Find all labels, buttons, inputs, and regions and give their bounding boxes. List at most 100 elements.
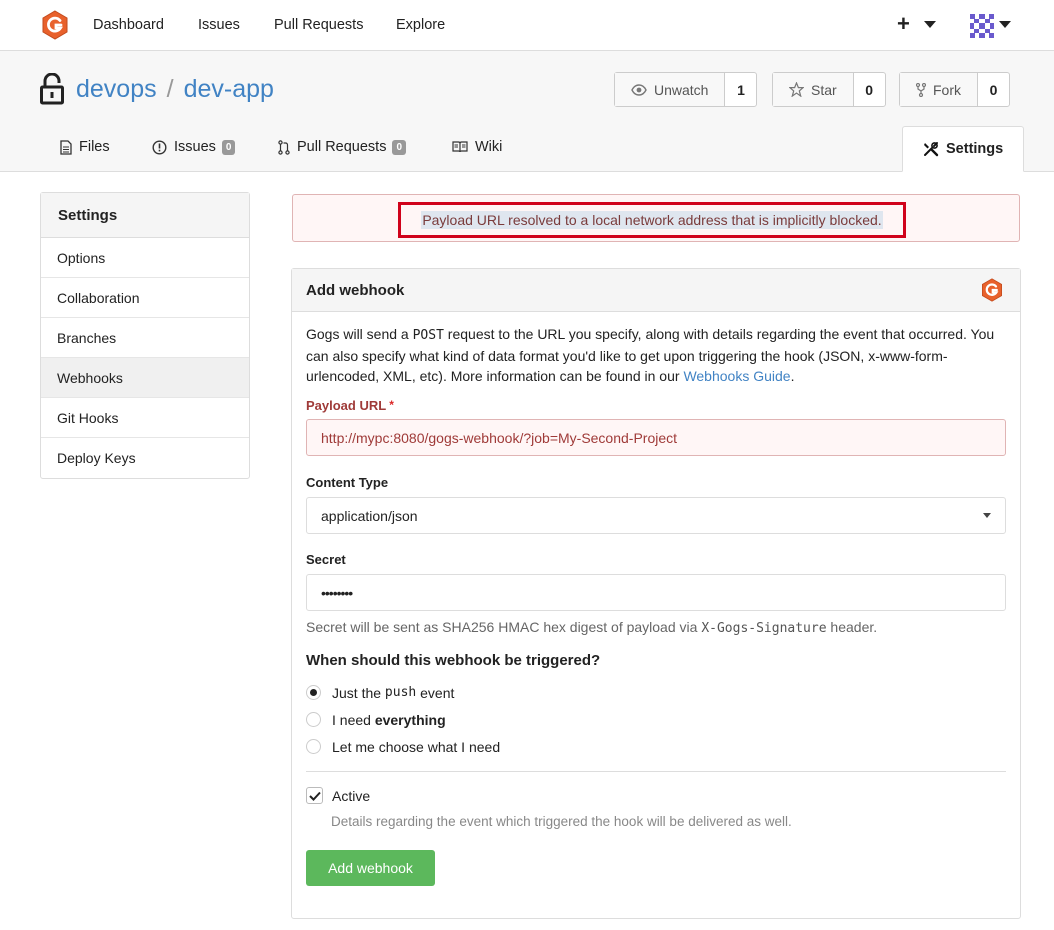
radio-everything[interactable] [306,712,321,727]
desc-text-1: Gogs will send a [306,326,413,342]
repo-separator: / [166,74,174,103]
content-type-label: Content Type [306,475,389,490]
lock-icon [40,73,64,105]
star-button-group: Star 0 [772,72,886,107]
trigger-all-text: I need [332,711,371,728]
panel-title: Add webhook [306,282,405,299]
trigger-title: When should this webhook be triggered? [306,652,601,669]
required-asterisk: * [389,398,394,412]
sidebar-title: Settings [41,193,249,238]
watchers-count[interactable]: 1 [725,73,756,106]
radio-push[interactable] [306,685,321,700]
active-label: Active [332,787,371,804]
eye-icon [631,83,647,96]
active-help-text: Details regarding the event which trigge… [331,814,792,829]
book-icon [452,141,468,153]
tab-pull-requests-label: Pull Requests [297,139,387,155]
secret-help-2: header. [826,619,878,635]
gogs-logo-icon[interactable] [40,10,70,40]
chevron-down-icon [983,513,991,518]
webhooks-guide-link[interactable]: Webhooks Guide [683,368,790,384]
divider [306,771,1006,772]
repo-name-link[interactable]: dev-app [184,75,274,104]
nav-dashboard[interactable]: Dashboard [93,17,164,33]
file-icon [60,139,72,155]
sidebar-item-git-hooks[interactable]: Git Hooks [41,398,249,438]
trigger-all-bold: everything [374,711,446,728]
trigger-choose-text: Let me choose what I need [332,738,501,755]
tab-wiki-label: Wiki [475,139,503,155]
webhook-description: Gogs will send a POST request to the URL… [306,324,1006,386]
tab-issues[interactable]: Issues 0 [152,139,236,155]
desc-post-code: POST [412,328,444,343]
gogs-webhook-icon [982,278,1002,302]
payload-url-label: Payload URL * [306,398,1006,413]
secret-input[interactable]: •••••••• [306,574,1006,611]
tab-issues-label: Issues [174,139,216,155]
panel-body: Gogs will send a POST request to the URL… [292,312,1020,886]
repo-tabs: Files Issues 0 Pull Requests 0 Wiki Sett… [0,126,1054,172]
repo-header: devops / dev-app Unwatch 1 Star 0 Fork 0… [0,51,1054,172]
trigger-everything-option[interactable]: I need everything [306,706,1006,733]
tab-settings[interactable]: Settings [902,126,1025,172]
trigger-push-text-1: Just the [332,684,382,701]
add-webhook-panel: Add webhook Gogs will send a POST reques… [291,268,1021,919]
top-navbar: Dashboard Issues Pull Requests Explore + [0,0,1054,51]
repo-owner-link[interactable]: devops [76,75,157,104]
nav-explore[interactable]: Explore [396,17,445,33]
star-button[interactable]: Star [773,73,854,106]
tools-icon [924,142,939,157]
watch-button-group: Unwatch 1 [614,72,758,107]
pull-request-icon [278,139,290,155]
fork-button[interactable]: Fork [900,73,978,106]
checkmark-icon [308,791,321,801]
active-checkbox[interactable] [306,787,323,804]
tab-settings-label: Settings [946,141,1004,157]
sidebar-item-collaboration[interactable]: Collaboration [41,278,249,318]
error-message-box: Payload URL resolved to a local network … [292,194,1020,242]
trigger-push-code: push [384,685,417,700]
stars-count[interactable]: 0 [854,73,885,106]
fork-button-group: Fork 0 [899,72,1010,107]
star-icon [789,82,804,97]
nav-pull-requests[interactable]: Pull Requests [274,17,363,33]
error-highlight-box: Payload URL resolved to a local network … [398,202,906,238]
sidebar-item-options[interactable]: Options [41,238,249,278]
tab-files[interactable]: Files [60,139,110,155]
fork-icon [916,82,926,97]
settings-sidebar: Settings Options Collaboration Branches … [40,192,250,479]
content-type-value: application/json [321,507,418,524]
create-menu-chevron-down-icon[interactable] [924,21,936,28]
desc-end: . [790,368,795,384]
nav-issues[interactable]: Issues [198,17,240,33]
trigger-push-option[interactable]: Just the push event [306,679,1006,706]
tab-wiki[interactable]: Wiki [452,139,502,155]
payload-url-input[interactable]: http://mypc:8080/gogs-webhook/?job=My-Se… [306,419,1006,456]
secret-help-1: Secret will be sent as SHA256 HMAC hex d… [306,619,702,635]
repo-title: devops / dev-app [40,69,274,109]
secret-label: Secret [306,552,346,567]
content-type-select[interactable]: application/json [306,497,1006,534]
radio-choose[interactable] [306,739,321,754]
tab-pull-requests[interactable]: Pull Requests 0 [278,139,407,155]
panel-header: Add webhook [292,269,1020,312]
sidebar-item-deploy-keys[interactable]: Deploy Keys [41,438,249,478]
unwatch-button[interactable]: Unwatch [615,73,726,106]
unwatch-label: Unwatch [654,81,709,98]
issues-count-badge: 0 [221,139,236,155]
trigger-choose-option[interactable]: Let me choose what I need [306,733,1006,760]
create-new-plus-icon[interactable]: + [897,12,910,36]
forks-count[interactable]: 0 [978,73,1009,106]
tab-files-label: Files [79,139,110,155]
secret-help-code: X-Gogs-Signature [701,621,827,636]
active-option[interactable]: Active [306,787,1006,804]
user-avatar-icon[interactable] [969,13,995,39]
user-menu-chevron-down-icon[interactable] [999,21,1011,28]
sidebar-item-branches[interactable]: Branches [41,318,249,358]
star-label: Star [811,81,837,98]
secret-help-text: Secret will be sent as SHA256 HMAC hex d… [306,619,1006,636]
sidebar-item-webhooks[interactable]: Webhooks [41,358,249,398]
add-webhook-button[interactable]: Add webhook [306,850,435,886]
issue-icon [152,139,167,155]
fork-label: Fork [933,81,961,98]
